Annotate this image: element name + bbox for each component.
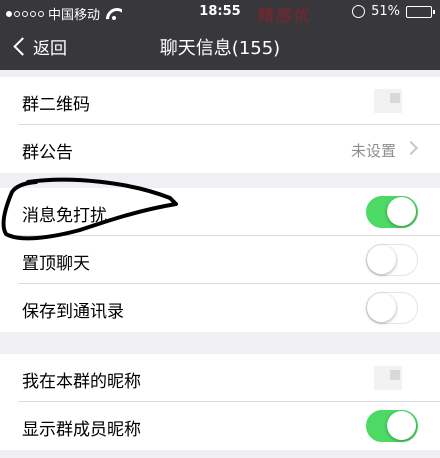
save-to-contacts-row: 保存到通讯录 xyxy=(0,284,440,332)
notice-value: 未设置 xyxy=(350,142,396,160)
status-right: 51% xyxy=(352,4,435,19)
page-title: 聊天信息(155) xyxy=(159,38,281,59)
qr-thumbnail xyxy=(374,89,402,113)
save-to-contacts-toggle[interactable] xyxy=(366,292,418,324)
battery-icon xyxy=(406,5,435,18)
status-bar: 中国移动 18:55 精感优 51% xyxy=(0,0,440,25)
nickname-section: 我在本群的昵称 显示群成员昵称 xyxy=(0,354,440,450)
group-info-section: 群二维码 群公告 未设置 xyxy=(0,77,440,173)
row-label: 群公告 xyxy=(22,143,73,163)
row-label: 我在本群的昵称 xyxy=(22,372,141,392)
chevron-right-icon xyxy=(403,140,419,156)
navigation-bar: 中国移动 18:55 精感优 51% 返回 聊天信息(155) xyxy=(0,0,440,70)
my-nickname-row[interactable]: 我在本群的昵称 xyxy=(0,354,440,402)
show-member-nicknames-row: 显示群成员昵称 xyxy=(0,402,440,450)
scribble-annotation xyxy=(1,177,178,241)
battery-percent: 51% xyxy=(371,4,400,19)
pin-chat-toggle[interactable] xyxy=(366,244,418,276)
group-notice-row[interactable]: 群公告 未设置 xyxy=(0,125,440,173)
row-label: 置顶聊天 xyxy=(22,254,90,274)
nickname-value xyxy=(374,366,402,390)
row-label: 群二维码 xyxy=(22,95,90,115)
show-member-nicknames-toggle[interactable] xyxy=(366,410,418,442)
group-qr-row[interactable]: 群二维码 xyxy=(0,77,440,125)
mute-toggle[interactable] xyxy=(366,196,418,228)
watermark: 精感优 xyxy=(258,6,313,25)
rotation-lock-icon xyxy=(352,5,366,18)
row-label: 显示群成员昵称 xyxy=(22,420,141,440)
row-label: 保存到通讯录 xyxy=(22,302,124,322)
